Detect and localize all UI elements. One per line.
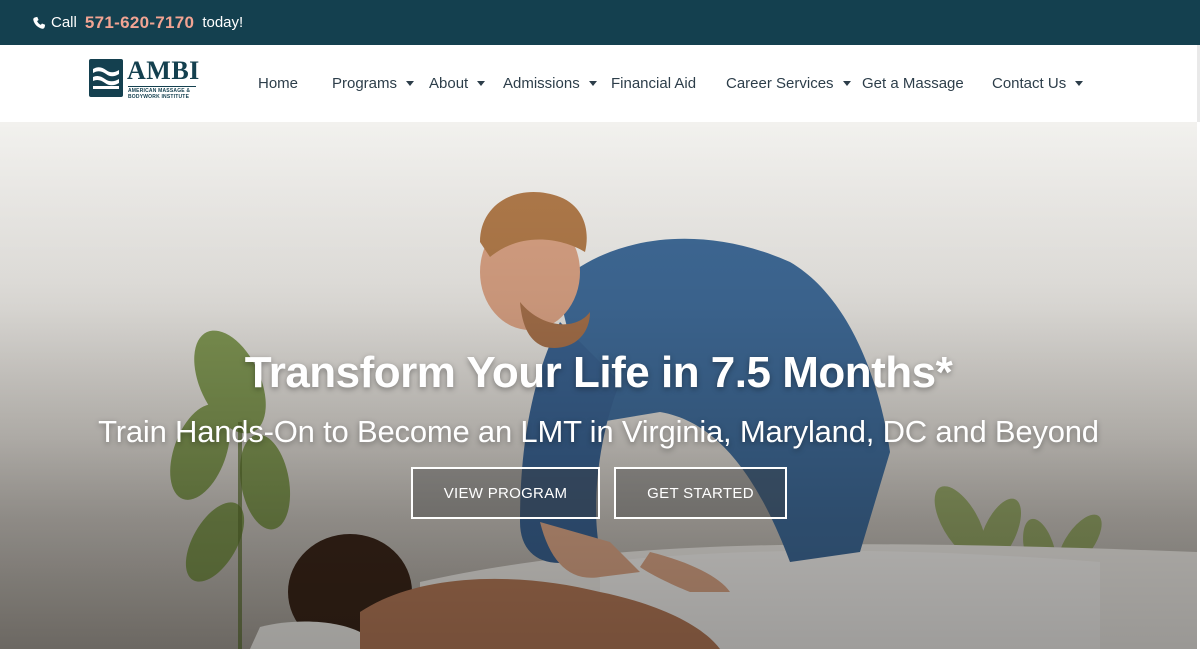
caret-down-icon [477, 81, 486, 86]
main-navbar: AMBI AMERICAN MASSAGE & BODYWORK INSTITU… [0, 45, 1200, 122]
call-label: Call [51, 14, 77, 31]
logo-wordmark: AMBI [127, 56, 200, 85]
nav-item-financial-aid[interactable]: Financial Aid [611, 75, 696, 92]
logo-mark-icon [89, 59, 123, 97]
nav-item-career-services[interactable]: Career Services [726, 75, 851, 92]
nav-item-home[interactable]: Home [258, 75, 298, 92]
caret-down-icon [588, 81, 597, 86]
nav-item-label: Home [258, 75, 299, 92]
top-bar: Call 571-620-7170 today! [0, 0, 1200, 45]
phone-icon [33, 16, 46, 29]
caret-down-icon [842, 81, 851, 86]
caret-down-icon [406, 81, 415, 86]
nav-item-admissions[interactable]: Admissions [503, 75, 597, 92]
get-started-button[interactable]: GET STARTED [614, 467, 787, 519]
logo[interactable]: AMBI AMERICAN MASSAGE & BODYWORK INSTITU… [89, 56, 200, 100]
hero-subtitle: Train Hands-On to Become an LMT in Virgi… [98, 414, 1099, 449]
hero-banner: Transform Your Life in 7.5 Months* Train… [0, 122, 1197, 649]
hero-title: Transform Your Life in 7.5 Months* [244, 348, 953, 397]
nav-item-label: Programs [332, 75, 398, 92]
phone-number-link[interactable]: 571-620-7170 [85, 13, 194, 33]
logo-tagline: AMERICAN MASSAGE & BODYWORK INSTITUTE [128, 86, 196, 100]
nav-item-label: Get a Massage [862, 75, 964, 92]
nav-item-label: Career Services [726, 75, 834, 92]
nav-item-label: Financial Aid [611, 75, 697, 92]
nav-item-about[interactable]: About [429, 75, 486, 92]
call-suffix: today! [202, 14, 244, 31]
nav-item-label: About [429, 75, 469, 92]
caret-down-icon [1075, 81, 1084, 86]
view-program-button[interactable]: VIEW PROGRAM [411, 467, 600, 519]
nav-item-contact-us[interactable]: Contact Us [992, 75, 1084, 92]
nav-item-label: Contact Us [992, 75, 1067, 92]
nav-item-get-a-massage[interactable]: Get a Massage [862, 75, 964, 92]
nav-item-label: Admissions [503, 75, 580, 92]
nav-item-programs[interactable]: Programs [332, 75, 415, 92]
